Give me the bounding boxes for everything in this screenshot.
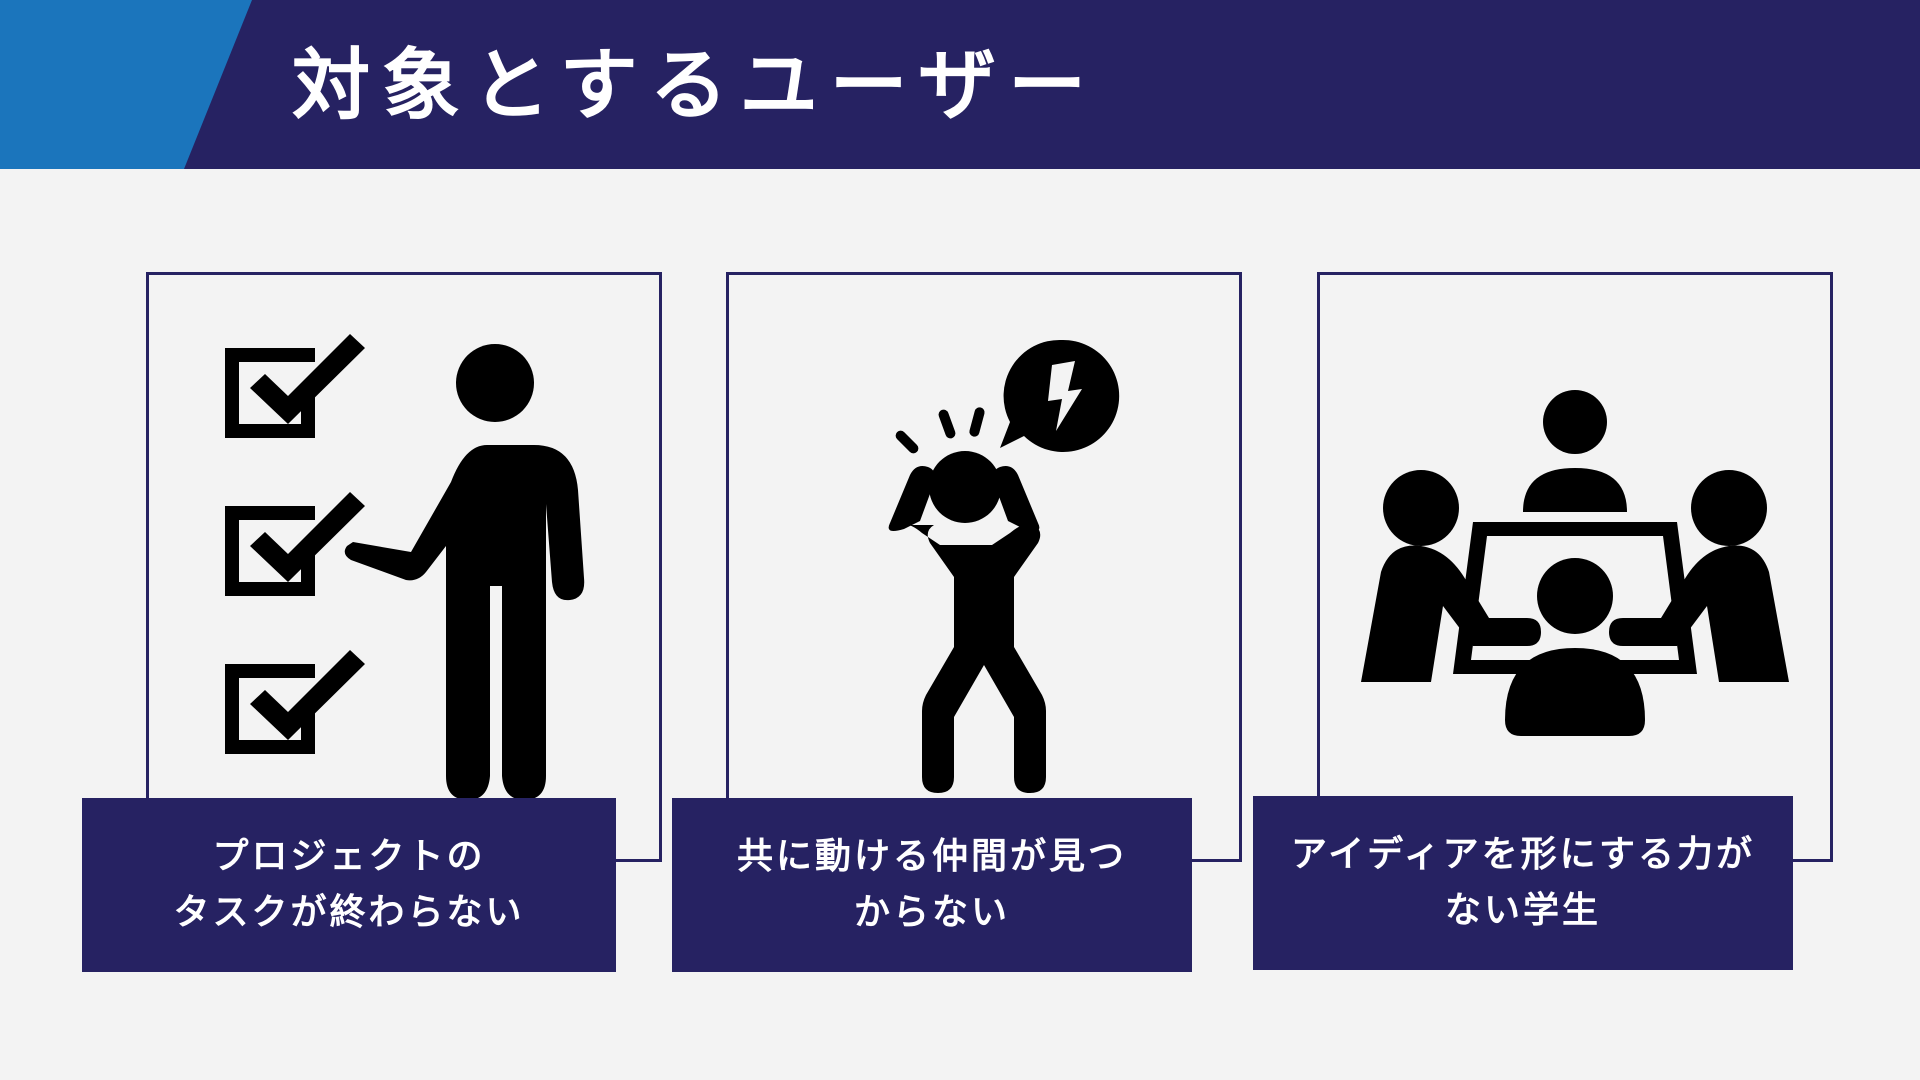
page-title: 対象とするユーザー [292,41,1099,131]
caption-cannot-realize-ideas: アイディアを形にする力が ない学生 [1253,796,1793,970]
caption-line: アイディアを形にする力が [1290,834,1756,875]
caption-no-teammates: 共に動ける仲間が見つ からない [672,798,1192,972]
caption-line: タスクが終わらない [173,892,525,933]
caption-task-overload: プロジェクトの タスクが終わらない [82,798,616,972]
caption-line: からない [853,892,1010,933]
caption-line: プロジェクトの [212,836,486,877]
stressed-person-icon [888,339,1120,793]
person-checklist-icon [225,334,585,800]
caption-line: 共に動ける仲間が見つ [736,836,1127,877]
team-meeting-icon [1361,390,1789,736]
caption-line: ない学生 [1444,890,1601,931]
